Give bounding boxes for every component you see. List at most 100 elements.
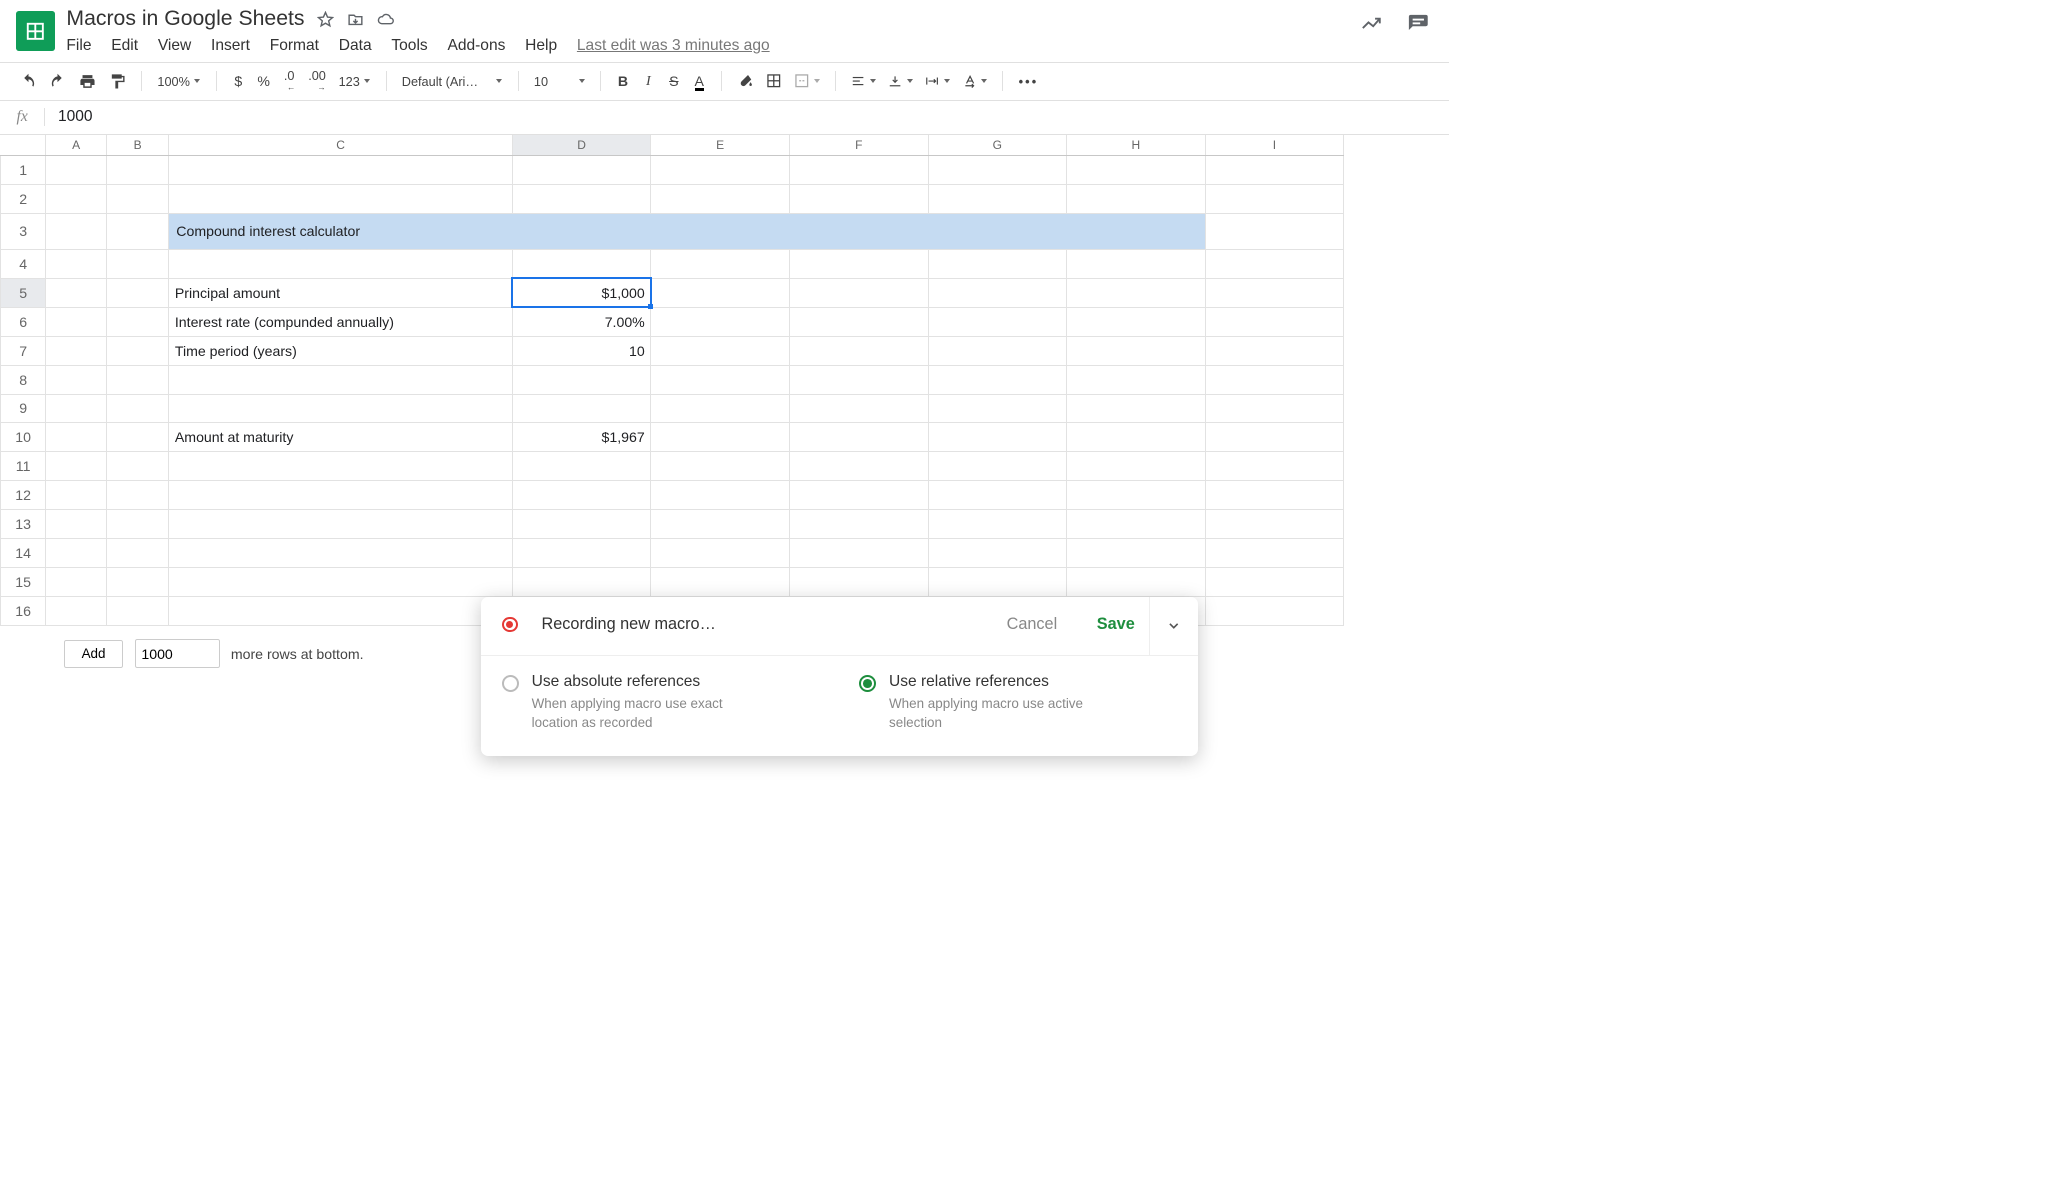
row-header-1[interactable]: 1 <box>1 156 46 185</box>
cell-A1[interactable] <box>46 156 107 185</box>
cell-D6[interactable]: 7.00% <box>512 307 651 336</box>
cell-C6[interactable]: Interest rate (compunded annually) <box>169 307 513 336</box>
opt-relative-desc: When applying macro use active selection <box>889 695 1129 731</box>
vertical-align-dropdown[interactable] <box>886 70 916 93</box>
menu-help[interactable]: Help <box>525 37 557 55</box>
menu-insert[interactable]: Insert <box>211 37 250 55</box>
row-header-2[interactable]: 2 <box>1 185 46 214</box>
macro-collapse-button[interactable] <box>1149 597 1198 656</box>
fill-color-button[interactable] <box>735 70 756 93</box>
redo-button[interactable] <box>47 70 70 93</box>
row-header-15[interactable]: 15 <box>1 568 46 597</box>
italic-button[interactable]: I <box>639 70 657 93</box>
macro-option-relative[interactable]: Use relative references When applying ma… <box>859 673 1177 732</box>
cell-D10[interactable]: $1,967 <box>512 423 651 452</box>
col-header-H[interactable]: H <box>1067 135 1206 156</box>
menu-format[interactable]: Format <box>270 37 319 55</box>
menu-file[interactable]: File <box>66 37 91 55</box>
merge-cells-dropdown[interactable] <box>791 70 822 93</box>
strikethrough-button[interactable]: S <box>665 70 683 93</box>
move-icon[interactable] <box>347 11 364 28</box>
cell-C5[interactable]: Principal amount <box>169 278 513 307</box>
cell-C3-merged[interactable]: Compound interest calculator <box>169 214 1205 249</box>
cell-C7[interactable]: Time period (years) <box>169 336 513 365</box>
cell-H1[interactable] <box>1067 156 1206 185</box>
text-wrap-dropdown[interactable] <box>923 70 953 93</box>
add-rows-count-input[interactable] <box>135 639 220 668</box>
increase-decimal-button[interactable]: .00→ <box>305 70 328 93</box>
font-size-dropdown[interactable]: 10 <box>531 70 588 93</box>
print-button[interactable] <box>76 70 99 93</box>
cell-G1[interactable] <box>928 156 1067 185</box>
macro-save-button[interactable]: Save <box>1097 615 1135 634</box>
number-format-dropdown[interactable]: 123 <box>336 70 373 93</box>
fx-label: fx <box>0 108 45 126</box>
col-header-G[interactable]: G <box>928 135 1067 156</box>
opt-relative-title: Use relative references <box>889 673 1129 691</box>
font-dropdown[interactable]: Default (Ari… <box>399 70 505 93</box>
cell-D1[interactable] <box>512 156 651 185</box>
decrease-decimal-button[interactable]: .0← <box>280 70 298 93</box>
col-header-F[interactable]: F <box>789 135 928 156</box>
format-currency-button[interactable]: $ <box>229 70 247 93</box>
cell-B1[interactable] <box>107 156 169 185</box>
menu-edit[interactable]: Edit <box>111 37 138 55</box>
radio-absolute[interactable] <box>502 675 519 692</box>
row-header-7[interactable]: 7 <box>1 336 46 365</box>
cell-I1[interactable] <box>1205 156 1344 185</box>
select-all-corner[interactable] <box>1 135 46 156</box>
cloud-status-icon[interactable] <box>377 11 395 28</box>
add-rows-button[interactable]: Add <box>64 640 124 668</box>
row-header-14[interactable]: 14 <box>1 539 46 568</box>
menu-tools[interactable]: Tools <box>391 37 427 55</box>
comments-icon[interactable] <box>1407 13 1430 36</box>
col-header-I[interactable]: I <box>1205 135 1344 156</box>
col-header-B[interactable]: B <box>107 135 169 156</box>
row-header-9[interactable]: 9 <box>1 394 46 423</box>
cell-C10[interactable]: Amount at maturity <box>169 423 513 452</box>
col-header-A[interactable]: A <box>46 135 107 156</box>
cell-D5[interactable]: $1,000 <box>512 278 651 307</box>
row-header-16[interactable]: 16 <box>1 597 46 626</box>
explore-icon[interactable] <box>1360 13 1383 36</box>
menu-addons[interactable]: Add-ons <box>447 37 505 55</box>
radio-relative[interactable] <box>859 675 876 692</box>
spreadsheet-grid[interactable]: A B C D E F G H I 1 2 3 Compound interest… <box>0 135 1449 627</box>
row-header-5[interactable]: 5 <box>1 278 46 307</box>
borders-button[interactable] <box>763 70 784 93</box>
horizontal-align-dropdown[interactable] <box>849 70 879 93</box>
row-header-12[interactable]: 12 <box>1 481 46 510</box>
row-header-6[interactable]: 6 <box>1 307 46 336</box>
last-edit-link[interactable]: Last edit was 3 minutes ago <box>577 37 770 55</box>
bold-button[interactable]: B <box>614 70 632 93</box>
macro-cancel-button[interactable]: Cancel <box>1007 615 1058 634</box>
star-icon[interactable] <box>317 11 334 28</box>
recording-icon <box>502 617 518 633</box>
zoom-dropdown[interactable]: 100% <box>155 70 203 93</box>
col-header-D[interactable]: D <box>512 135 651 156</box>
cell-D7[interactable]: 10 <box>512 336 651 365</box>
paint-format-button[interactable] <box>106 70 129 93</box>
row-header-13[interactable]: 13 <box>1 510 46 539</box>
row-header-8[interactable]: 8 <box>1 365 46 394</box>
menu-data[interactable]: Data <box>339 37 372 55</box>
col-header-C[interactable]: C <box>169 135 513 156</box>
document-title[interactable]: Macros in Google Sheets <box>66 7 304 31</box>
menu-view[interactable]: View <box>158 37 191 55</box>
formula-input[interactable]: 1000 <box>45 108 1449 126</box>
row-header-10[interactable]: 10 <box>1 423 46 452</box>
text-rotation-dropdown[interactable] <box>960 70 990 93</box>
text-color-button[interactable]: A <box>690 70 708 93</box>
undo-button[interactable] <box>17 70 40 93</box>
row-header-3[interactable]: 3 <box>1 214 46 249</box>
cell-F1[interactable] <box>789 156 928 185</box>
col-header-E[interactable]: E <box>651 135 790 156</box>
sheets-logo-icon <box>16 11 56 51</box>
row-header-11[interactable]: 11 <box>1 452 46 481</box>
macro-option-absolute[interactable]: Use absolute references When applying ma… <box>502 673 820 732</box>
format-percent-button[interactable]: % <box>255 70 273 93</box>
cell-E1[interactable] <box>651 156 790 185</box>
toolbar-more-button[interactable]: ••• <box>1016 70 1041 93</box>
row-header-4[interactable]: 4 <box>1 249 46 278</box>
cell-C1[interactable] <box>169 156 513 185</box>
